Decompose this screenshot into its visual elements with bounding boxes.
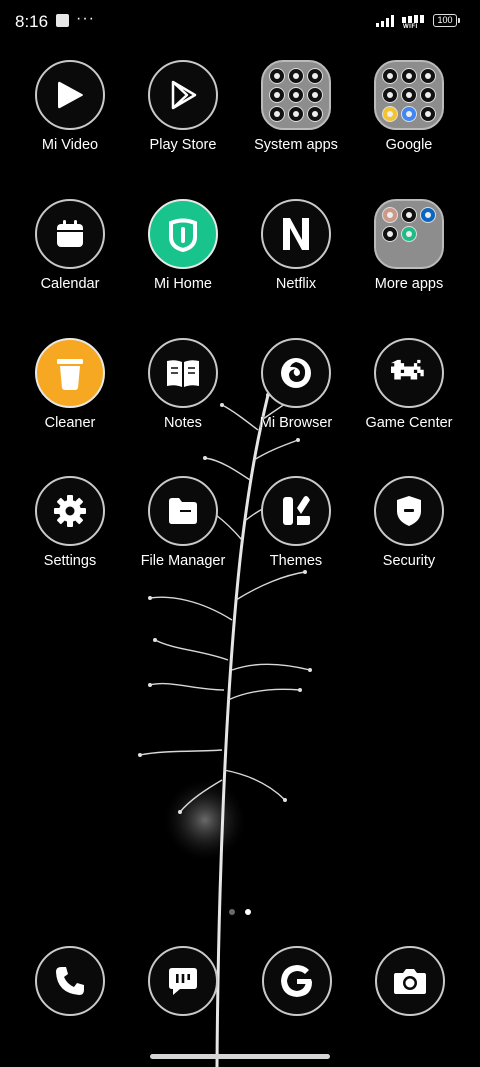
app-settings[interactable]: Settings [14,476,126,596]
notes-icon [148,338,218,408]
app-game-center[interactable]: Game Center [353,338,465,458]
folder-icon [261,60,331,130]
folder-icon [374,199,444,269]
app-label: Themes [269,553,323,569]
google-icon[interactable] [262,946,332,1016]
trash-icon [35,338,105,408]
signal-icon [376,15,394,27]
app-mi-home[interactable]: Mi Home [127,199,239,319]
folder-icon [374,60,444,130]
app-play-store[interactable]: Play Store [127,60,239,180]
shield-icon [374,476,444,546]
signal-icon-2 [402,15,424,23]
play-store-icon [148,60,218,130]
app-label: Play Store [149,137,217,153]
app-label: Calendar [40,276,100,292]
battery-icon: 100 [433,14,460,27]
app-notes[interactable]: Notes [127,338,239,458]
app-netflix[interactable]: Netflix [240,199,352,319]
browser-icon [261,338,331,408]
notification-icon [56,14,69,27]
mi-home-icon [148,199,218,269]
app-label: Notes [164,415,202,431]
play-icon [35,60,105,130]
page-indicator-1 [229,909,235,915]
netflix-icon [261,199,331,269]
space-invader-icon [374,338,444,408]
app-cleaner[interactable]: Cleaner [14,338,126,458]
messages-icon[interactable] [148,946,218,1016]
app-label: Mi Home [153,276,212,292]
app-label: Netflix [275,276,317,292]
app-label: More apps [374,276,444,292]
app-label: System apps [254,137,338,153]
app-themes[interactable]: Themes [240,476,352,596]
app-label: Security [382,553,436,569]
app-label: Cleaner [44,415,96,431]
app-label: Settings [43,553,97,569]
home-indicator[interactable] [150,1054,330,1059]
status-bar: 8:16 ··· WIFI 100 [0,0,480,44]
page-indicator-2 [245,909,251,915]
status-time: 8:16 [15,12,49,31]
app-label: File Manager [140,553,226,569]
app-calendar[interactable]: Calendar [14,199,126,319]
app-security[interactable]: Security [353,476,465,596]
app-label: Google [385,137,433,153]
gear-icon [35,476,105,546]
app-label: Game Center [365,415,453,431]
wifi-label: WIFI [403,24,418,30]
folder-file-icon [148,476,218,546]
app-label: Mi Browser [259,415,333,431]
folder-system-apps[interactable]: System apps [240,60,352,180]
app-label: Mi Video [41,137,99,153]
app-mi-video[interactable]: Mi Video [14,60,126,180]
app-file-manager[interactable]: File Manager [127,476,239,596]
calendar-icon [35,199,105,269]
more-notifications-icon: ··· [76,10,95,27]
camera-icon[interactable] [375,946,445,1016]
folder-google[interactable]: Google [353,60,465,180]
themes-icon [261,476,331,546]
phone-icon[interactable] [35,946,105,1016]
folder-more-apps[interactable]: More apps [353,199,465,319]
app-mi-browser[interactable]: Mi Browser [240,338,352,458]
